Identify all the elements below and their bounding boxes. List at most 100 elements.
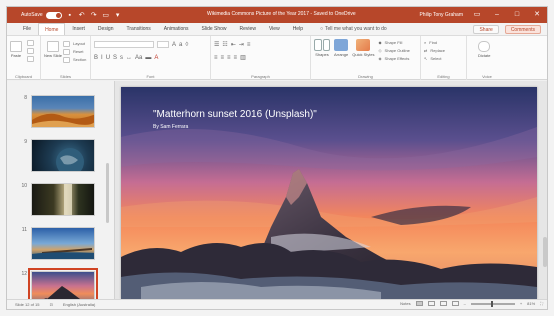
align-left-icon[interactable]: ≡	[214, 55, 218, 61]
accessibility-icon[interactable]: ⊡	[49, 302, 52, 307]
align-center-icon[interactable]: ≡	[221, 55, 225, 61]
decrease-font-icon[interactable]: a	[179, 42, 182, 48]
normal-view-icon[interactable]	[415, 301, 423, 306]
increase-font-icon[interactable]: A	[172, 42, 176, 48]
save-icon[interactable]: ▪	[66, 11, 74, 19]
decrease-indent-icon[interactable]: ⇤	[231, 41, 236, 48]
justify-icon[interactable]: ≡	[234, 55, 238, 61]
thumbnails-scrollbar[interactable]	[106, 163, 109, 223]
tab-insert[interactable]: Insert	[66, 23, 91, 35]
bold-icon[interactable]: B	[94, 55, 98, 61]
font-name-box[interactable]	[94, 41, 154, 48]
language-indicator[interactable]: English (Australia)	[63, 302, 95, 307]
present-icon[interactable]: ▭	[102, 11, 110, 19]
close-icon[interactable]: ✕	[531, 10, 543, 19]
thumbnail-number: 11	[21, 227, 27, 233]
paste-button[interactable]: Paste	[10, 41, 22, 58]
arrange-button[interactable]: Arrange	[334, 39, 348, 57]
select-button[interactable]: ↖ Select	[424, 55, 463, 62]
thumbnail-earth[interactable]	[31, 139, 95, 172]
reading-view-icon[interactable]	[439, 301, 447, 306]
thumbnail-item[interactable]: 8	[17, 95, 95, 128]
font-size-box[interactable]	[157, 41, 169, 48]
shape-effects-button[interactable]: ◈ Shape Effects	[378, 55, 409, 62]
notes-button[interactable]: Notes	[400, 301, 410, 306]
numbering-icon[interactable]: ☷	[222, 41, 227, 48]
tab-transitions[interactable]: Transitions	[121, 23, 157, 35]
tab-view[interactable]: View	[263, 23, 286, 35]
slide-editor[interactable]: "Matterhorn sunset 2016 (Unsplash)" By S…	[121, 87, 547, 299]
shape-fill-button[interactable]: ◆ Shape Fill	[378, 39, 409, 46]
tab-file[interactable]: File	[17, 23, 37, 35]
line-spacing-icon[interactable]: ≡	[247, 42, 251, 48]
strikethrough-icon[interactable]: S	[113, 55, 117, 61]
redo-icon[interactable]: ↷	[90, 11, 98, 19]
slide-sorter-icon[interactable]	[427, 301, 435, 306]
thumbnail-item[interactable]: 9	[17, 139, 95, 172]
shadow-icon[interactable]: s	[120, 55, 123, 61]
slide-thumbnails-pane[interactable]: 8 9 10 11 12	[7, 81, 115, 307]
highlight-icon[interactable]: ▬	[145, 55, 151, 61]
tab-slide-show[interactable]: Slide Show	[196, 23, 233, 35]
slide-scrollbar[interactable]	[543, 237, 547, 267]
zoom-in-icon[interactable]: +	[520, 301, 522, 306]
maximize-icon[interactable]: □	[511, 10, 523, 19]
shapes-button[interactable]: Shapes	[314, 39, 330, 57]
italic-icon[interactable]: I	[101, 55, 103, 61]
tab-design[interactable]: Design	[92, 23, 120, 35]
underline-icon[interactable]: U	[106, 55, 110, 61]
lightbulb-icon: ○	[319, 26, 324, 32]
thumbnail-item[interactable]: 11	[17, 227, 95, 260]
user-name[interactable]: Philip Tony Graham	[419, 12, 463, 18]
zoom-slider[interactable]	[470, 300, 515, 307]
section-button[interactable]: Section	[63, 56, 86, 63]
clear-format-icon[interactable]: ◊	[185, 42, 188, 48]
replace-button[interactable]: ⇄ Replace	[424, 47, 463, 54]
align-right-icon[interactable]: ≡	[227, 55, 231, 61]
tab-review[interactable]: Review	[234, 23, 262, 35]
find-label: Find	[429, 40, 438, 45]
layout-button[interactable]: Layout	[63, 40, 86, 47]
customize-icon[interactable]: ▾	[114, 11, 122, 19]
bullets-icon[interactable]: ☰	[214, 41, 219, 48]
thumbnail-item[interactable]: 10	[17, 183, 95, 216]
tab-animations[interactable]: Animations	[158, 23, 195, 35]
reset-button[interactable]: Reset	[63, 48, 86, 55]
comments-button[interactable]: Comments	[504, 25, 541, 34]
find-button[interactable]: ⌕ Find	[424, 39, 463, 46]
slideshow-view-icon[interactable]	[451, 301, 459, 306]
format-painter-icon[interactable]	[27, 56, 34, 62]
thumbnail-pier[interactable]	[31, 227, 95, 260]
zoom-level[interactable]: 81%	[527, 301, 535, 306]
shapes-label: Shapes	[315, 52, 329, 57]
new-slide-button[interactable]: New Slide	[44, 41, 62, 58]
autosave-toggle[interactable]: AutoSave	[21, 11, 62, 19]
slide-title[interactable]: "Matterhorn sunset 2016 (Unsplash)"	[153, 109, 317, 120]
fit-slide-icon[interactable]: ⛶	[540, 301, 543, 306]
tell-me-box[interactable]: ○ Tell me what you want to do	[320, 23, 387, 35]
tab-home[interactable]: Home	[38, 23, 66, 35]
shape-outline-button[interactable]: ◇ Shape Outline	[378, 47, 409, 54]
copy-icon[interactable]	[27, 48, 34, 54]
dictate-button[interactable]: Dictate	[478, 41, 490, 58]
minimize-icon[interactable]: –	[491, 10, 503, 19]
current-slide[interactable]: "Matterhorn sunset 2016 (Unsplash)" By S…	[121, 87, 537, 299]
drawing-group: Shapes Arrange Quick Styles ◆ Shape Fill …	[311, 36, 421, 80]
thumbnail-waterfall[interactable]	[31, 183, 95, 216]
tab-help[interactable]: Help	[287, 23, 309, 35]
spacing-icon[interactable]: ↔	[126, 55, 132, 61]
workspace: 8 9 10 11 12 "Matterhorn sunset 2016 (Un…	[7, 81, 547, 307]
toggle-switch-icon[interactable]	[45, 11, 62, 19]
zoom-out-icon[interactable]: –	[464, 301, 466, 306]
ribbon-display-icon[interactable]: ▭	[471, 10, 483, 19]
undo-icon[interactable]: ↶	[78, 11, 86, 19]
increase-indent-icon[interactable]: ⇥	[239, 41, 244, 48]
columns-icon[interactable]: ▥	[240, 54, 246, 61]
quick-styles-button[interactable]: Quick Styles	[352, 39, 374, 57]
cut-icon[interactable]	[27, 40, 34, 46]
share-button[interactable]: Share	[473, 25, 499, 34]
case-icon[interactable]: Aa	[135, 55, 142, 61]
slide-subtitle[interactable]: By Sam Ferrara	[153, 124, 188, 130]
font-color-icon[interactable]: A	[154, 55, 158, 61]
thumbnail-desert[interactable]	[31, 95, 95, 128]
